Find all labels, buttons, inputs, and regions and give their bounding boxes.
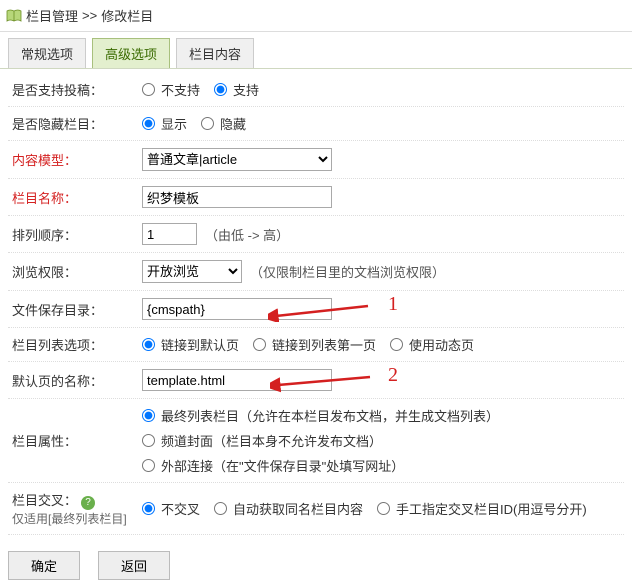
button-row: 确定 返回: [0, 543, 632, 588]
row-savepath: 文件保存目录： 1: [8, 291, 624, 328]
row-order: 排列顺序： （由低 -> 高）: [8, 216, 624, 253]
order-hint: （由低 -> 高）: [205, 225, 289, 244]
tab-content[interactable]: 栏目内容: [176, 38, 254, 68]
browse-hint: （仅限制栏目里的文档浏览权限）: [250, 262, 445, 281]
breadcrumb-current: 修改栏目: [101, 6, 153, 25]
cross-b[interactable]: 自动获取同名栏目内容: [214, 499, 363, 518]
listopt-c[interactable]: 使用动态页: [390, 335, 474, 354]
book-icon: [6, 9, 22, 23]
label-savepath: 文件保存目录：: [12, 300, 142, 319]
colattr-b-radio[interactable]: [142, 434, 155, 447]
row-hidden: 是否隐藏栏目： 显示 隐藏: [8, 107, 624, 141]
row-browse: 浏览权限： 开放浏览 （仅限制栏目里的文档浏览权限）: [8, 253, 624, 291]
tab-bar: 常规选项 高级选项 栏目内容: [0, 32, 632, 69]
listopt-b-radio[interactable]: [253, 338, 266, 351]
back-button[interactable]: 返回: [98, 551, 170, 580]
model-select[interactable]: 普通文章|article: [142, 148, 332, 171]
row-listopt: 栏目列表选项： 链接到默认页 链接到列表第一页 使用动态页: [8, 328, 624, 362]
hidden-hide[interactable]: 隐藏: [201, 114, 246, 133]
row-defpage: 默认页的名称： 2: [8, 362, 624, 399]
colattr-c-radio[interactable]: [142, 459, 155, 472]
help-icon[interactable]: ?: [81, 496, 95, 510]
ok-button[interactable]: 确定: [8, 551, 80, 580]
cross-b-radio[interactable]: [214, 502, 227, 515]
colattr-c[interactable]: 外部连接（在"文件保存目录"处填写网址）: [142, 456, 404, 475]
breadcrumb-separator: >>: [82, 8, 97, 23]
tab-advanced[interactable]: 高级选项: [92, 38, 170, 68]
colattr-b[interactable]: 频道封面（栏目本身不允许发布文档）: [142, 431, 382, 450]
support-no-radio[interactable]: [142, 83, 155, 96]
hidden-hide-radio[interactable]: [201, 117, 214, 130]
listopt-c-radio[interactable]: [390, 338, 403, 351]
savepath-input[interactable]: [142, 298, 332, 320]
cross-c[interactable]: 手工指定交叉栏目ID(用逗号分开): [377, 499, 587, 518]
label-hidden: 是否隐藏栏目：: [12, 114, 142, 133]
label-cross: 栏目交叉：? 仅适用[最终列表栏目]: [12, 490, 142, 527]
cross-a[interactable]: 不交叉: [142, 499, 200, 518]
support-yes-radio[interactable]: [214, 83, 227, 96]
tab-basic[interactable]: 常规选项: [8, 38, 86, 68]
hidden-show-radio[interactable]: [142, 117, 155, 130]
label-support: 是否支持投稿：: [12, 80, 142, 99]
listopt-a[interactable]: 链接到默认页: [142, 335, 239, 354]
defpage-input[interactable]: [142, 369, 332, 391]
order-input[interactable]: [142, 223, 197, 245]
support-yes[interactable]: 支持: [214, 80, 259, 99]
label-defpage: 默认页的名称：: [12, 371, 142, 390]
label-model: 内容模型：: [12, 150, 142, 169]
label-colname: 栏目名称：: [12, 188, 142, 207]
row-support: 是否支持投稿： 不支持 支持: [8, 73, 624, 107]
label-colattr: 栏目属性：: [12, 431, 142, 450]
label-order: 排列顺序：: [12, 225, 142, 244]
row-cross: 栏目交叉：? 仅适用[最终列表栏目] 不交叉 自动获取同名栏目内容 手工指定交叉…: [8, 483, 624, 535]
support-no[interactable]: 不支持: [142, 80, 200, 99]
row-colname: 栏目名称：: [8, 179, 624, 216]
colattr-a[interactable]: 最终列表栏目（允许在本栏目发布文档，并生成文档列表）: [142, 406, 499, 425]
browse-select[interactable]: 开放浏览: [142, 260, 242, 283]
colattr-a-radio[interactable]: [142, 409, 155, 422]
colname-input[interactable]: [142, 186, 332, 208]
form-area: 是否支持投稿： 不支持 支持 是否隐藏栏目： 显示 隐藏: [0, 69, 632, 543]
label-listopt: 栏目列表选项：: [12, 335, 142, 354]
breadcrumb-section: 栏目管理: [26, 6, 78, 25]
row-colattr: 栏目属性： 最终列表栏目（允许在本栏目发布文档，并生成文档列表） 频道封面（栏目…: [8, 399, 624, 483]
breadcrumb: 栏目管理 >> 修改栏目: [0, 0, 632, 32]
cross-sublabel: 仅适用[最终列表栏目]: [12, 512, 127, 526]
row-model: 内容模型： 普通文章|article: [8, 141, 624, 179]
label-browse: 浏览权限：: [12, 262, 142, 281]
cross-a-radio[interactable]: [142, 502, 155, 515]
hidden-show[interactable]: 显示: [142, 114, 187, 133]
listopt-a-radio[interactable]: [142, 338, 155, 351]
cross-c-radio[interactable]: [377, 502, 390, 515]
listopt-b[interactable]: 链接到列表第一页: [253, 335, 376, 354]
